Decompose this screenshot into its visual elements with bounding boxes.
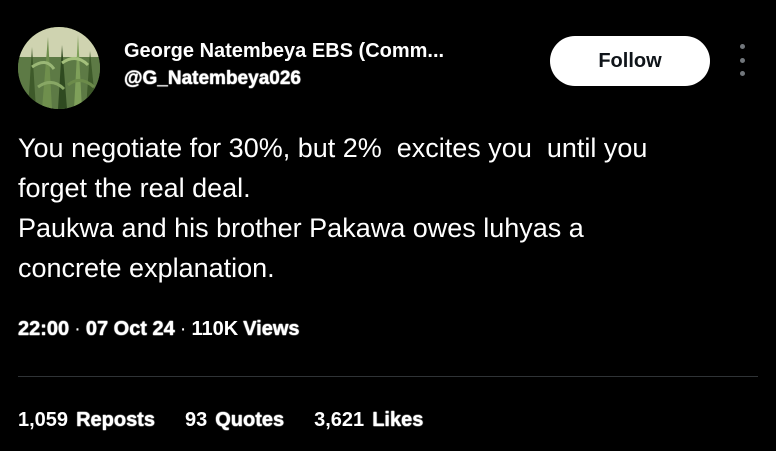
quotes-label: Quotes: [215, 409, 285, 432]
author-display-name[interactable]: George Natembeya EBS (Comm...: [124, 40, 444, 63]
meta-separator: ·: [74, 318, 81, 340]
vertical-ellipsis-icon[interactable]: [734, 44, 750, 76]
views-label[interactable]: Views: [243, 318, 300, 341]
follow-button[interactable]: Follow: [550, 36, 710, 86]
divider: [18, 376, 758, 377]
meta-separator: ·: [179, 318, 187, 340]
engagement-stats: 1,059 Reposts 93 Quotes 3,621 Likes: [18, 409, 453, 432]
tweet-text: You negotiate for 30%, but 2% excites yo…: [18, 128, 758, 288]
views-count: 110K: [191, 318, 239, 340]
quotes-count: 93: [184, 409, 208, 431]
avatar[interactable]: [18, 27, 100, 109]
dot: [739, 57, 745, 63]
tweet-date[interactable]: 07 Oct 24: [85, 318, 175, 341]
tweet-line: forget the real deal.: [18, 173, 251, 203]
tweet-detail: George Natembeya EBS (Comm... @G_Natembe…: [0, 0, 776, 451]
reposts-stat[interactable]: 1,059 Reposts: [18, 409, 155, 432]
author-handle[interactable]: @G_Natembeya026: [124, 68, 302, 90]
tweet-time[interactable]: 22:00: [17, 318, 69, 341]
likes-stat[interactable]: 3,621 Likes: [314, 409, 424, 432]
reposts-count: 1,059: [18, 409, 69, 431]
tweet-line: concrete explanation.: [18, 253, 275, 283]
tweet-line: Paukwa and his brother Pakawa owes luhya…: [18, 213, 584, 243]
tweet-meta: 22:00 · 07 Oct 24 · 110K Views: [17, 318, 300, 341]
dot: [739, 71, 745, 76]
quotes-stat[interactable]: 93 Quotes: [184, 409, 285, 432]
likes-count: 3,621: [314, 409, 365, 431]
tweet-line: You negotiate for 30%, but 2% excites yo…: [18, 133, 648, 163]
dot: [739, 44, 745, 49]
likes-label: Likes: [372, 409, 424, 432]
maize-field-image: [18, 27, 100, 109]
reposts-label: Reposts: [76, 409, 156, 432]
